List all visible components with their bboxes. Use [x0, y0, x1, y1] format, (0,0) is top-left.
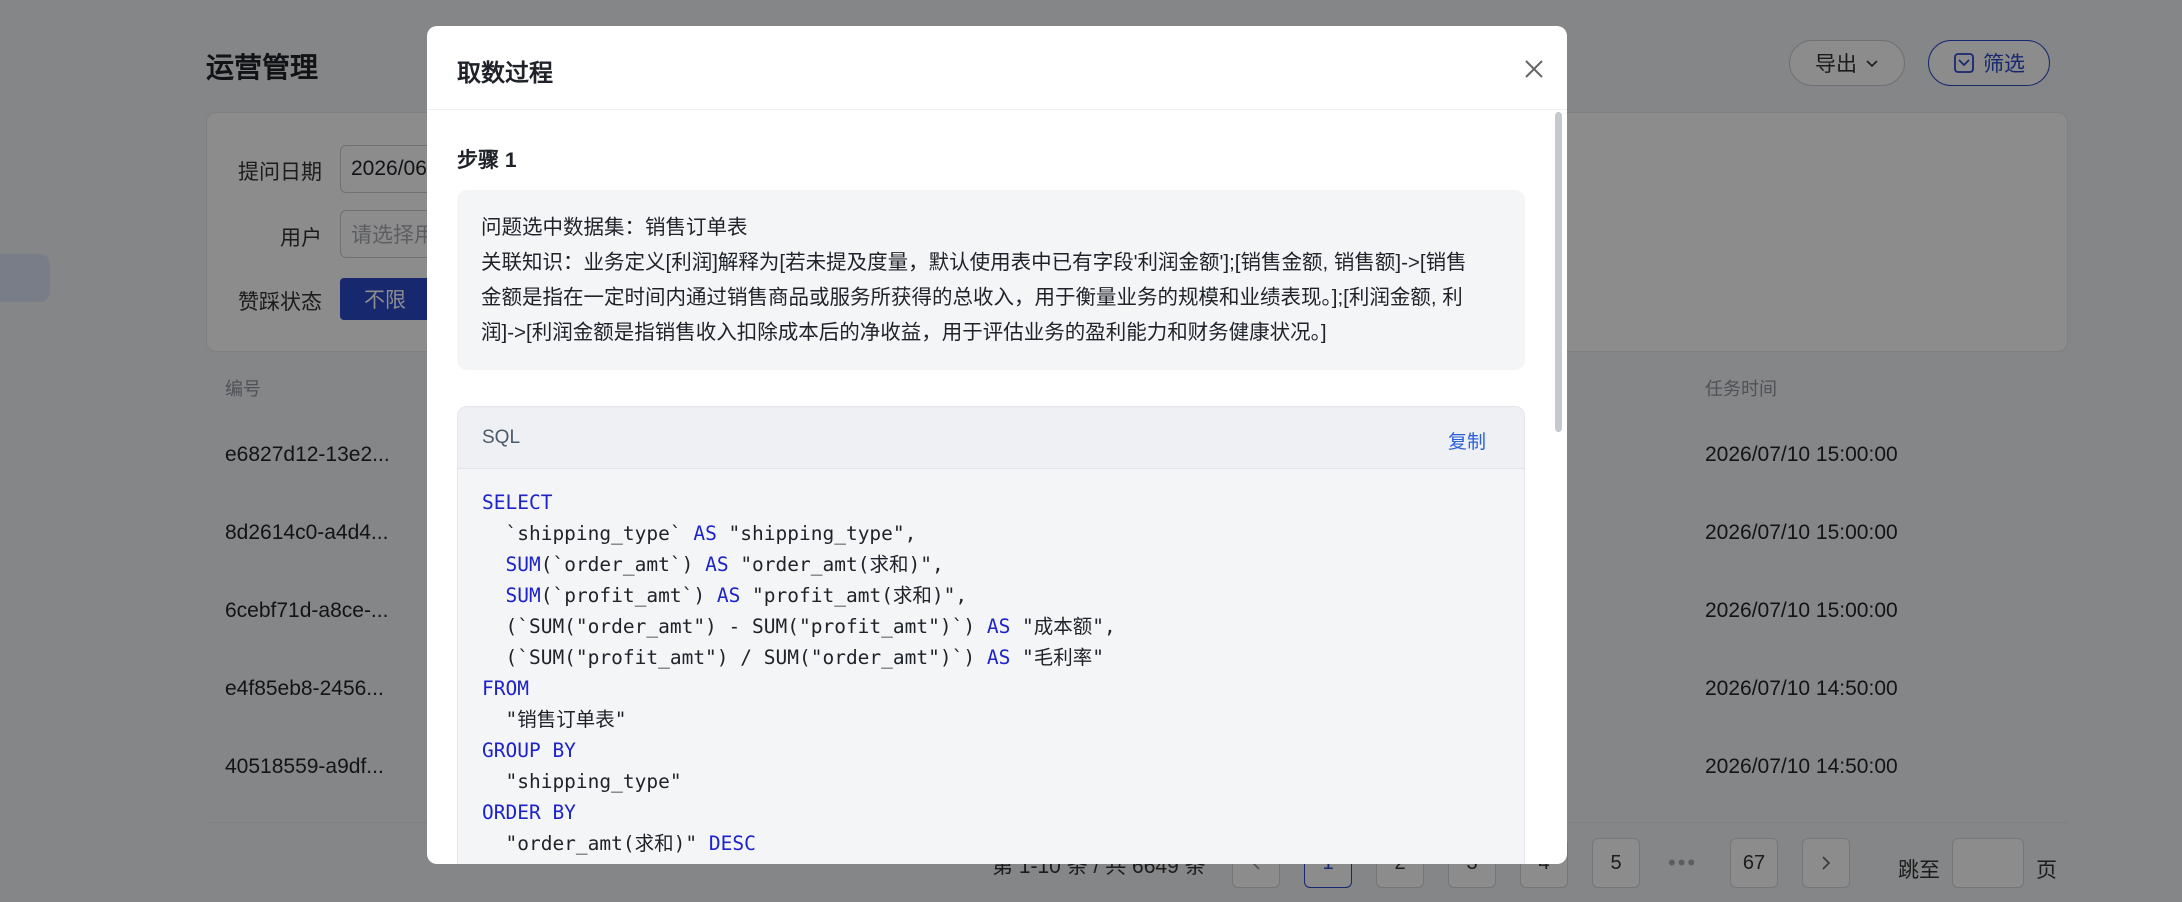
sql-line: "order_amt(求和)" DESC — [482, 828, 1500, 859]
sql-line: "shipping_type" — [482, 766, 1500, 797]
sql-token: (`SUM("order_amt") - SUM("profit_amt")`) — [482, 615, 987, 638]
sql-keyword: SELECT — [482, 491, 553, 514]
sql-keyword: GROUP BY — [482, 739, 576, 762]
info-knowledge: 金额是指在一定时间内通过销售商品或服务所获得的总收入，用于衡量业务的规模和业绩表… — [481, 286, 1463, 309]
sql-token: "销售订单表" — [482, 708, 627, 731]
sql-keyword: SUM — [505, 553, 541, 576]
sql-keyword: AS — [716, 584, 741, 607]
sql-line: "销售订单表" — [482, 704, 1500, 735]
sql-token: (`SUM("profit_amt") / SUM("order_amt")`) — [482, 646, 987, 669]
sql-line: (`SUM("order_amt") - SUM("profit_amt")`)… — [482, 611, 1500, 642]
sql-keyword: ORDER BY — [482, 801, 576, 824]
info-knowledge: 关联知识：业务定义[利润]解释为[若未提及度量，默认使用表中已有字段'利润金额'… — [481, 251, 1467, 274]
sql-token: "profit_amt(求和)", — [740, 584, 968, 607]
sql-token: "shipping_type" — [482, 770, 682, 793]
sql-line: `shipping_type` AS "shipping_type", — [482, 518, 1500, 549]
sql-token: "毛利率" — [1010, 646, 1105, 669]
sql-keyword: FROM — [482, 677, 529, 700]
sql-keyword: AS — [986, 646, 1011, 669]
sql-keyword: DESC — [708, 832, 756, 855]
scrollbar-thumb[interactable] — [1555, 112, 1562, 432]
step-title: 步骤 1 — [457, 149, 517, 172]
code-language-label: SQL — [482, 427, 521, 448]
info-knowledge: 润]->[利润金额是指销售收入扣除成本后的净收益，用于评估业务的盈利能力和财务健… — [481, 321, 1327, 344]
sql-token: `shipping_type` — [482, 522, 694, 545]
copy-button[interactable]: 复制 — [1448, 427, 1486, 454]
sql-token: (`order_amt`) — [540, 553, 706, 576]
sql-token: "成本额", — [1010, 615, 1116, 638]
close-icon[interactable] — [1521, 56, 1547, 82]
sql-line: FROM — [482, 673, 1500, 704]
sql-keyword: SUM — [505, 584, 541, 607]
sql-keyword: AS — [705, 553, 729, 576]
sql-line: (`SUM("profit_amt") / SUM("order_amt")`)… — [482, 642, 1500, 673]
data-retrieval-modal: 取数过程 步骤 1 问题选中数据集：销售订单表 关联知识：业务定义[利润]解释为… — [427, 26, 1567, 864]
sql-keyword: AS — [693, 522, 717, 545]
sql-token: "shipping_type", — [716, 522, 917, 545]
modal-body: 步骤 1 问题选中数据集：销售订单表 关联知识：业务定义[利润]解释为[若未提及… — [427, 110, 1557, 864]
code-header: SQL 复制 — [458, 407, 1524, 469]
modal-title: 取数过程 — [457, 60, 553, 87]
sql-code: SELECT `shipping_type` AS "shipping_type… — [458, 469, 1524, 864]
info-dataset: 问题选中数据集：销售订单表 — [481, 216, 748, 239]
dataset-info-box: 问题选中数据集：销售订单表 关联知识：业务定义[利润]解释为[若未提及度量，默认… — [457, 190, 1525, 370]
sql-token: "order_amt(求和)", — [728, 553, 944, 576]
sql-line: SELECT — [482, 487, 1500, 518]
sql-token: "order_amt(求和)" — [482, 832, 709, 855]
sql-code-block: SQL 复制 SELECT `shipping_type` AS "shippi… — [457, 406, 1525, 864]
sql-line: SUM(`order_amt`) AS "order_amt(求和)", — [482, 549, 1500, 580]
sql-line: ORDER BY — [482, 797, 1500, 828]
sql-keyword: AS — [986, 615, 1011, 638]
sql-line: GROUP BY — [482, 735, 1500, 766]
sql-token: (`profit_amt`) — [540, 584, 717, 607]
sql-line: SUM(`profit_amt`) AS "profit_amt(求和)", — [482, 580, 1500, 611]
modal-header: 取数过程 — [427, 26, 1567, 110]
